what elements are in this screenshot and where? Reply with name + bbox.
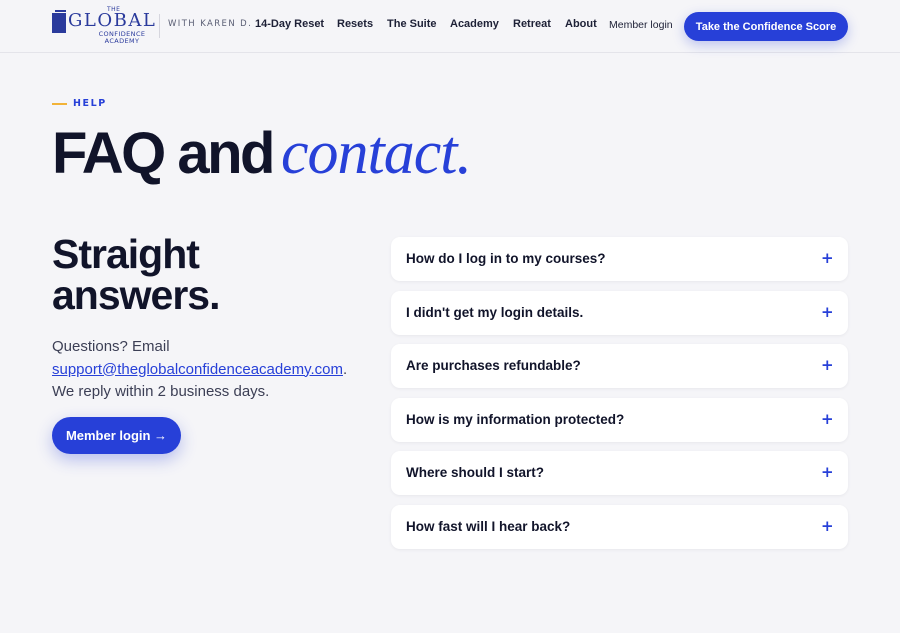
reply-time-text: We reply within 2 business days. (52, 383, 270, 400)
header-divider (159, 14, 160, 38)
nav-about[interactable]: About (565, 18, 597, 30)
nav-resets[interactable]: Resets (337, 18, 373, 30)
faq-question: How do I log in to my courses? (406, 251, 606, 266)
confidence-score-button[interactable]: Take the Confidence Score (684, 12, 848, 41)
plus-icon[interactable]: + (821, 518, 834, 534)
faq-item[interactable]: How do I log in to my courses? + (391, 237, 848, 281)
plus-icon[interactable]: + (821, 304, 834, 320)
with-karen-label: WITH KAREN D. (168, 19, 253, 29)
faq-question: Where should I start? (406, 465, 545, 480)
logo-global: GLOBAL (68, 10, 157, 31)
faq-item[interactable]: How fast will I hear back? + (391, 504, 848, 549)
plus-icon[interactable]: + (821, 357, 834, 373)
page-title-bold: FAQ and (52, 121, 275, 186)
site-header: THE GLOBAL CONFIDENCE ACADEMY WITH KAREN… (0, 0, 900, 53)
faq-question: Are purchases refundable? (406, 358, 581, 373)
nav-14-day-reset[interactable]: 14-Day Reset (255, 18, 324, 30)
faq-question: How is my information protected? (406, 411, 625, 427)
book-icon (52, 10, 66, 33)
faq-item[interactable]: Where should I start? + (391, 451, 848, 495)
plus-icon[interactable]: + (821, 411, 834, 427)
faq-item[interactable]: I didn't get my login details. + (391, 290, 848, 335)
plus-icon[interactable]: + (821, 464, 834, 480)
nav-academy[interactable]: Academy (450, 18, 499, 30)
nav-member-login[interactable]: Member login (609, 19, 673, 31)
section-heading: Straight answers. (52, 231, 221, 318)
page-title-italic: contact. (280, 119, 472, 187)
logo[interactable]: THE GLOBAL CONFIDENCE ACADEMY (52, 6, 157, 48)
faq-list: How do I log in to my courses? + I didn'… (391, 237, 848, 558)
faq-question: I didn't get my login details. (406, 304, 584, 320)
contact-text: Questions? Email support@theglobalconfid… (52, 336, 372, 404)
contact-suffix: . (342, 360, 348, 378)
nav-the-suite[interactable]: The Suite (387, 18, 437, 30)
eyebrow-line (52, 103, 67, 105)
page-title: FAQ and contact. (52, 118, 472, 189)
faq-item[interactable]: Are purchases refundable? + (391, 344, 848, 388)
nav-retreat[interactable]: Retreat (513, 18, 551, 30)
member-login-button[interactable]: Member login → (52, 417, 181, 454)
faq-question: How fast will I hear back? (406, 518, 571, 534)
support-email-link[interactable]: support@theglobalconfidenceacademy.com (52, 361, 343, 378)
eyebrow-label: HELP (73, 98, 107, 109)
faq-item[interactable]: How is my information protected? + (391, 397, 848, 442)
plus-icon[interactable]: + (821, 250, 834, 266)
contact-prefix: Questions? Email (52, 338, 170, 355)
logo-academy: ACADEMY (104, 37, 140, 45)
